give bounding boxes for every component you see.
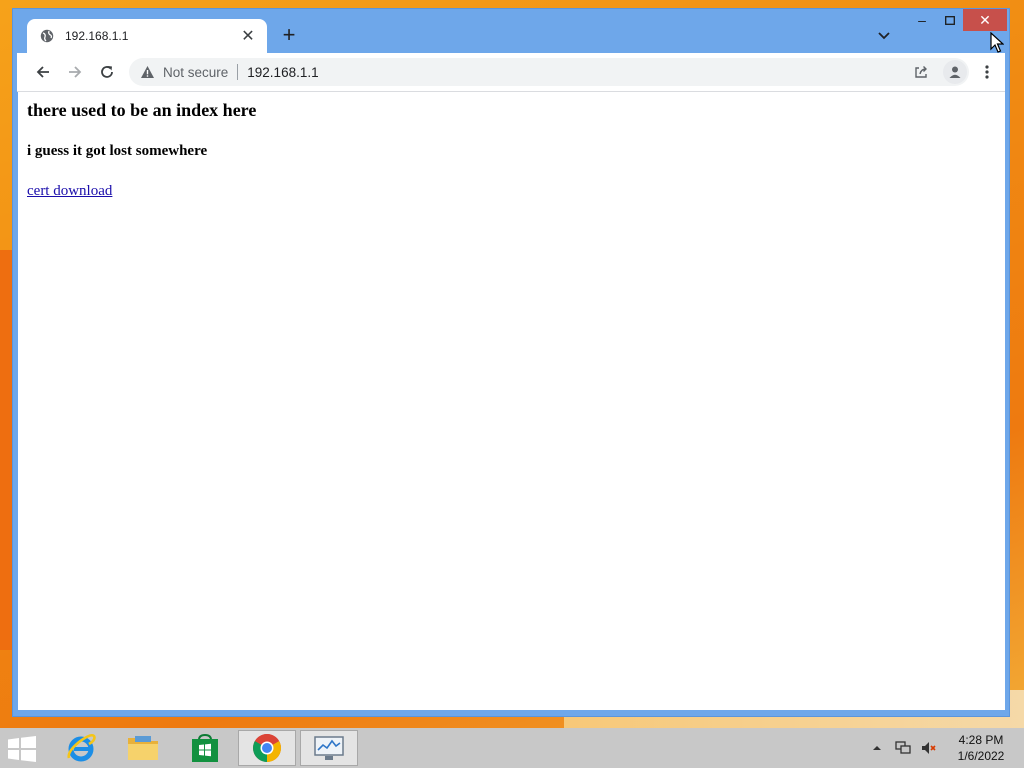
show-hidden-icons-chevron-icon[interactable] (868, 739, 886, 757)
warning-triangle-icon[interactable] (139, 64, 155, 80)
globe-icon (39, 28, 55, 44)
url-text[interactable]: 192.168.1.1 (247, 65, 318, 80)
address-divider (237, 64, 239, 80)
store-icon[interactable] (176, 730, 234, 766)
tab-strip: 192.168.1.1 ✕ + – ✕ (13, 9, 1009, 53)
internet-explorer-icon[interactable] (52, 730, 110, 766)
taskbar-clock[interactable]: 4:28 PM 1/6/2022 (946, 732, 1016, 764)
maximize-button[interactable] (939, 9, 961, 31)
mouse-cursor-icon (990, 32, 1004, 53)
page-content: there used to be an index here i guess i… (18, 92, 1005, 710)
clock-date: 1/6/2022 (957, 749, 1005, 763)
start-button[interactable] (8, 736, 38, 762)
tab-title: 192.168.1.1 (65, 29, 129, 43)
browser-window: 192.168.1.1 ✕ + – ✕ Not secure 192.168.1… (12, 8, 1010, 717)
file-explorer-icon[interactable] (114, 730, 172, 766)
cert-download-link[interactable]: cert download (27, 183, 112, 200)
new-tab-button[interactable]: + (279, 22, 299, 47)
taskbar: 4:28 PM 1/6/2022 (0, 728, 1024, 768)
tab-close-icon[interactable]: ✕ (239, 27, 257, 45)
page-subheading: i guess it got lost somewhere (27, 143, 208, 159)
browser-toolbar: Not secure 192.168.1.1 (17, 53, 1005, 92)
page-heading: there used to be an index here (27, 100, 257, 120)
reload-icon[interactable] (95, 60, 119, 84)
back-arrow-icon[interactable] (31, 60, 55, 84)
volume-muted-icon[interactable] (920, 739, 938, 757)
chrome-icon[interactable] (238, 730, 296, 766)
kebab-menu-icon[interactable] (975, 60, 999, 84)
share-icon[interactable] (911, 62, 931, 82)
profile-avatar-icon[interactable] (943, 60, 967, 84)
system-tray: 4:28 PM 1/6/2022 (868, 728, 1024, 768)
forward-arrow-icon[interactable] (63, 60, 87, 84)
security-status-label[interactable]: Not secure (163, 65, 228, 80)
minimize-button[interactable]: – (911, 9, 933, 31)
performance-monitor-icon[interactable] (300, 730, 358, 766)
network-icon[interactable] (894, 739, 912, 757)
clock-time: 4:28 PM (958, 733, 1004, 747)
tab-active[interactable]: 192.168.1.1 ✕ (27, 19, 267, 53)
close-window-button[interactable]: ✕ (963, 9, 1007, 31)
address-bar[interactable]: Not secure 192.168.1.1 (129, 58, 969, 86)
tab-search-chevron-icon[interactable] (875, 27, 893, 45)
